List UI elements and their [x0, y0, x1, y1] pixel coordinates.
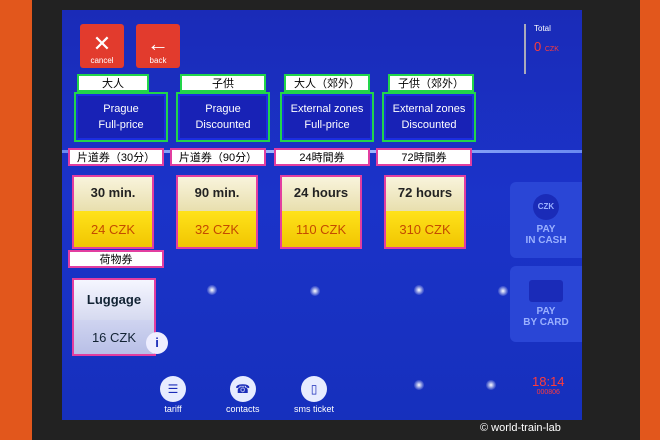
- tariff-button[interactable]: ☰ tariff: [160, 376, 186, 414]
- pay-cash-button[interactable]: CZK PAY IN CASH: [510, 182, 582, 258]
- ticket-price: 24 CZK: [74, 211, 152, 247]
- total-value: 0 CZK: [534, 39, 580, 54]
- screen-glare: [498, 286, 508, 296]
- sms-ticket-button[interactable]: ▯ sms ticket: [294, 376, 334, 414]
- screen-glare: [207, 285, 217, 295]
- info-icon[interactable]: i: [146, 332, 168, 354]
- tariff-label: tariff: [164, 404, 182, 414]
- pay-cash-line2: IN CASH: [525, 235, 567, 246]
- total-amount: 0: [534, 39, 542, 54]
- ticket-price: 110 CZK: [282, 211, 360, 247]
- tariff-icon: ☰: [160, 376, 186, 402]
- contacts-label: contacts: [226, 404, 260, 414]
- back-arrow-icon: ←: [147, 31, 169, 56]
- clock-display: 18:14 000806: [532, 374, 565, 396]
- cancel-icon: ✕: [92, 31, 112, 56]
- total-currency: CZK: [544, 46, 559, 53]
- passenger-line2: Discounted: [401, 119, 457, 131]
- passenger-line2: Discounted: [195, 119, 251, 131]
- passenger-external-full-button[interactable]: External zones Full-price: [280, 92, 374, 142]
- pay-card-line2: BY CARD: [523, 317, 569, 328]
- ticket-30min-button[interactable]: 30 min. 24 CZK: [72, 175, 154, 249]
- ticket-duration: 90 min.: [178, 177, 256, 211]
- cancel-label: cancel: [90, 56, 114, 65]
- passenger-line1: External zones: [392, 103, 466, 115]
- passenger-line1: Prague: [103, 103, 139, 115]
- luggage-name: Luggage: [74, 280, 154, 320]
- annotation-child-external: 子供（郊外）: [388, 74, 474, 92]
- passenger-line2: Full-price: [98, 119, 144, 131]
- ticket-72h-button[interactable]: 72 hours 310 CZK: [384, 175, 466, 249]
- annotation-adult: 大人: [77, 74, 149, 92]
- pay-card-button[interactable]: PAY BY CARD: [510, 266, 582, 342]
- card-icon: [529, 280, 563, 302]
- ticket-90min-button[interactable]: 90 min. 32 CZK: [176, 175, 258, 249]
- passenger-prague-full-button[interactable]: Prague Full-price: [74, 92, 168, 142]
- contacts-button[interactable]: ☎ contacts: [226, 376, 260, 414]
- total-display: Total 0 CZK: [524, 24, 580, 74]
- screen-glare: [486, 380, 496, 390]
- annotation-ticket-90: 片道券（90分）: [170, 148, 266, 166]
- annotation-ticket-24h: 24時間券: [274, 148, 370, 166]
- machine-number: 000806: [536, 389, 560, 396]
- sms-ticket-label: sms ticket: [294, 404, 335, 414]
- mobile-phone-icon: ▯: [301, 376, 327, 402]
- ticket-duration: 24 hours: [282, 177, 360, 211]
- back-label: back: [149, 56, 167, 65]
- annotation-ticket-72h: 72時間券: [376, 148, 472, 166]
- back-button[interactable]: ← back: [136, 24, 180, 68]
- pay-cash-line1: PAY: [536, 224, 556, 235]
- cancel-button[interactable]: ✕ cancel: [80, 24, 124, 68]
- screen-glare: [414, 285, 424, 295]
- passenger-prague-discounted-button[interactable]: Prague Discounted: [176, 92, 270, 142]
- screen-glare: [414, 380, 424, 390]
- screen-glare: [310, 286, 320, 296]
- passenger-line2: Full-price: [304, 119, 350, 131]
- total-label: Total: [534, 24, 551, 33]
- phone-icon: ☎: [229, 376, 256, 402]
- ticket-duration: 30 min.: [74, 177, 152, 211]
- annotation-ticket-30: 片道券（30分）: [68, 148, 164, 166]
- ticket-price: 32 CZK: [178, 211, 256, 247]
- ticket-luggage-button[interactable]: Luggage 16 CZK: [72, 278, 156, 356]
- touch-screen: ✕ cancel ← back Total 0 CZK 大人 子供 大人（郊外）…: [62, 10, 582, 420]
- ticket-duration: 72 hours: [386, 177, 464, 211]
- passenger-line1: External zones: [290, 103, 364, 115]
- ticket-24h-button[interactable]: 24 hours 110 CZK: [280, 175, 362, 249]
- clock-time: 18:14: [532, 374, 565, 389]
- pay-card-line1: PAY: [536, 306, 556, 317]
- annotation-luggage: 荷物券: [68, 250, 164, 268]
- ticket-price: 310 CZK: [386, 211, 464, 247]
- luggage-price: 16 CZK: [74, 320, 154, 354]
- cash-coin-icon: CZK: [533, 194, 559, 220]
- passenger-external-discounted-button[interactable]: External zones Discounted: [382, 92, 476, 142]
- passenger-line1: Prague: [205, 103, 241, 115]
- watermark: © world-train-lab: [480, 422, 561, 434]
- annotation-child: 子供: [180, 74, 266, 92]
- annotation-adult-external: 大人（郊外）: [284, 74, 370, 92]
